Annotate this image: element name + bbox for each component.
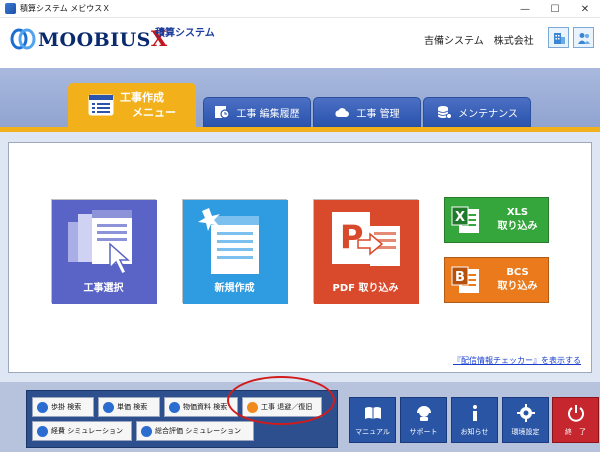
tile-pdf-import[interactable]: P PDF 取り込み [313,199,419,304]
users-icon[interactable] [573,27,594,48]
app-header: MOOBIUSX 積算システム 吉備システム 株式会社 [0,18,600,68]
tile-bcs-import[interactable]: B BCS 取り込み [444,257,549,303]
minimize-button[interactable]: — [510,0,540,18]
tile-pdf-import-label: PDF 取り込み [332,283,399,294]
settings-button[interactable]: 環境設定 [502,397,549,443]
content-background: 工事選択 新規作成 P PDF 取り込み X XLS 取り込み B BCS 取り… [0,132,600,382]
tile-select-project-label: 工事選択 [83,283,124,294]
exit-button[interactable]: 終 了 [552,397,599,443]
menu-list-icon [88,94,114,116]
tab-maintenance[interactable]: メンテナンス [423,97,531,127]
history-clock-icon [215,106,231,119]
headset-icon [416,406,431,421]
book-icon [364,407,381,419]
simulation-icon [141,425,152,437]
tile-bcs-import-label: BCS 取り込み [497,267,538,292]
tab-band: 工事作成 メニュー 工事 編集履歴 工事 管理 メンテナンス [0,68,600,132]
app-icon [5,3,16,14]
info-icon [472,405,477,421]
window-controls: — ☐ ✕ [510,0,600,18]
svg-text:B: B [455,270,465,285]
overall-evaluation-simulation-button[interactable]: 総合評価 シミュレーション [136,421,254,441]
tab-construction-menu[interactable]: 工事作成 メニュー [68,83,196,127]
bottom-toolbar: 歩掛 検索 単価 検索 物価資料 検索 工事 退避／復旧 経費 シミュレーション… [0,382,600,452]
window-titlebar: 積算システム メビウスＸ — ☐ ✕ [0,0,600,18]
database-icon [247,401,258,413]
notice-button[interactable]: お知らせ [451,397,498,443]
company-name: 吉備システム 株式会社 [424,36,534,47]
tile-new-project-label: 新規作成 [214,283,255,294]
database-gear-icon [437,106,452,119]
price-material-search-button[interactable]: 物価資料 検索 [164,397,238,417]
unit-price-search-button[interactable]: 単価 検索 [98,397,160,417]
search-icon [37,401,48,413]
svg-text:X: X [455,210,465,225]
main-panel: 工事選択 新規作成 P PDF 取り込み X XLS 取り込み B BCS 取り… [8,142,592,373]
window-title: 積算システム メビウスＸ [20,4,111,13]
svg-text:P: P [340,218,363,256]
manual-button[interactable]: マニュアル [349,397,396,443]
logo-text: MOOBIUSX [38,26,168,51]
gear-icon [516,404,535,422]
moobius-logo: MOOBIUSX [10,26,168,51]
expense-simulation-button[interactable]: 経費 シミュレーション [32,421,132,441]
tab-edit-history[interactable]: 工事 編集履歴 [203,97,311,127]
tile-select-project[interactable]: 工事選択 [51,199,157,304]
tab-management[interactable]: 工事 管理 [313,97,421,127]
simulation-icon [37,425,48,437]
tile-new-project[interactable]: 新規作成 [182,199,288,304]
tab-management-label: 工事 管理 [356,108,400,120]
project-backup-restore-button[interactable]: 工事 退避／復旧 [242,397,322,417]
logo-mark-icon [10,27,36,51]
tile-xls-import[interactable]: X XLS 取り込み [444,197,549,243]
system-subtitle: 積算システム [155,28,215,39]
power-icon [567,405,584,422]
search-icon [103,401,114,413]
cloud-icon [335,108,350,117]
search-icon [169,401,180,413]
tab-maintenance-label: メンテナンス [458,108,518,120]
tab-construction-menu-label: 工事作成 メニュー [120,91,176,119]
building-icon[interactable] [548,27,569,48]
tab-edit-history-label: 工事 編集履歴 [236,108,300,120]
support-button[interactable]: サポート [400,397,447,443]
quick-search-panel: 歩掛 検索 単価 検索 物価資料 検索 工事 退避／復旧 経費 シミュレーション… [26,390,338,448]
close-button[interactable]: ✕ [570,0,600,18]
bcs-icon: B [451,266,479,293]
walking-search-button[interactable]: 歩掛 検索 [32,397,94,417]
maximize-button[interactable]: ☐ [540,0,570,18]
checker-link[interactable]: 『配信情報チェッカー』を表示する [453,355,581,366]
excel-icon: X [451,206,479,233]
tile-xls-import-label: XLS 取り込み [497,207,538,232]
